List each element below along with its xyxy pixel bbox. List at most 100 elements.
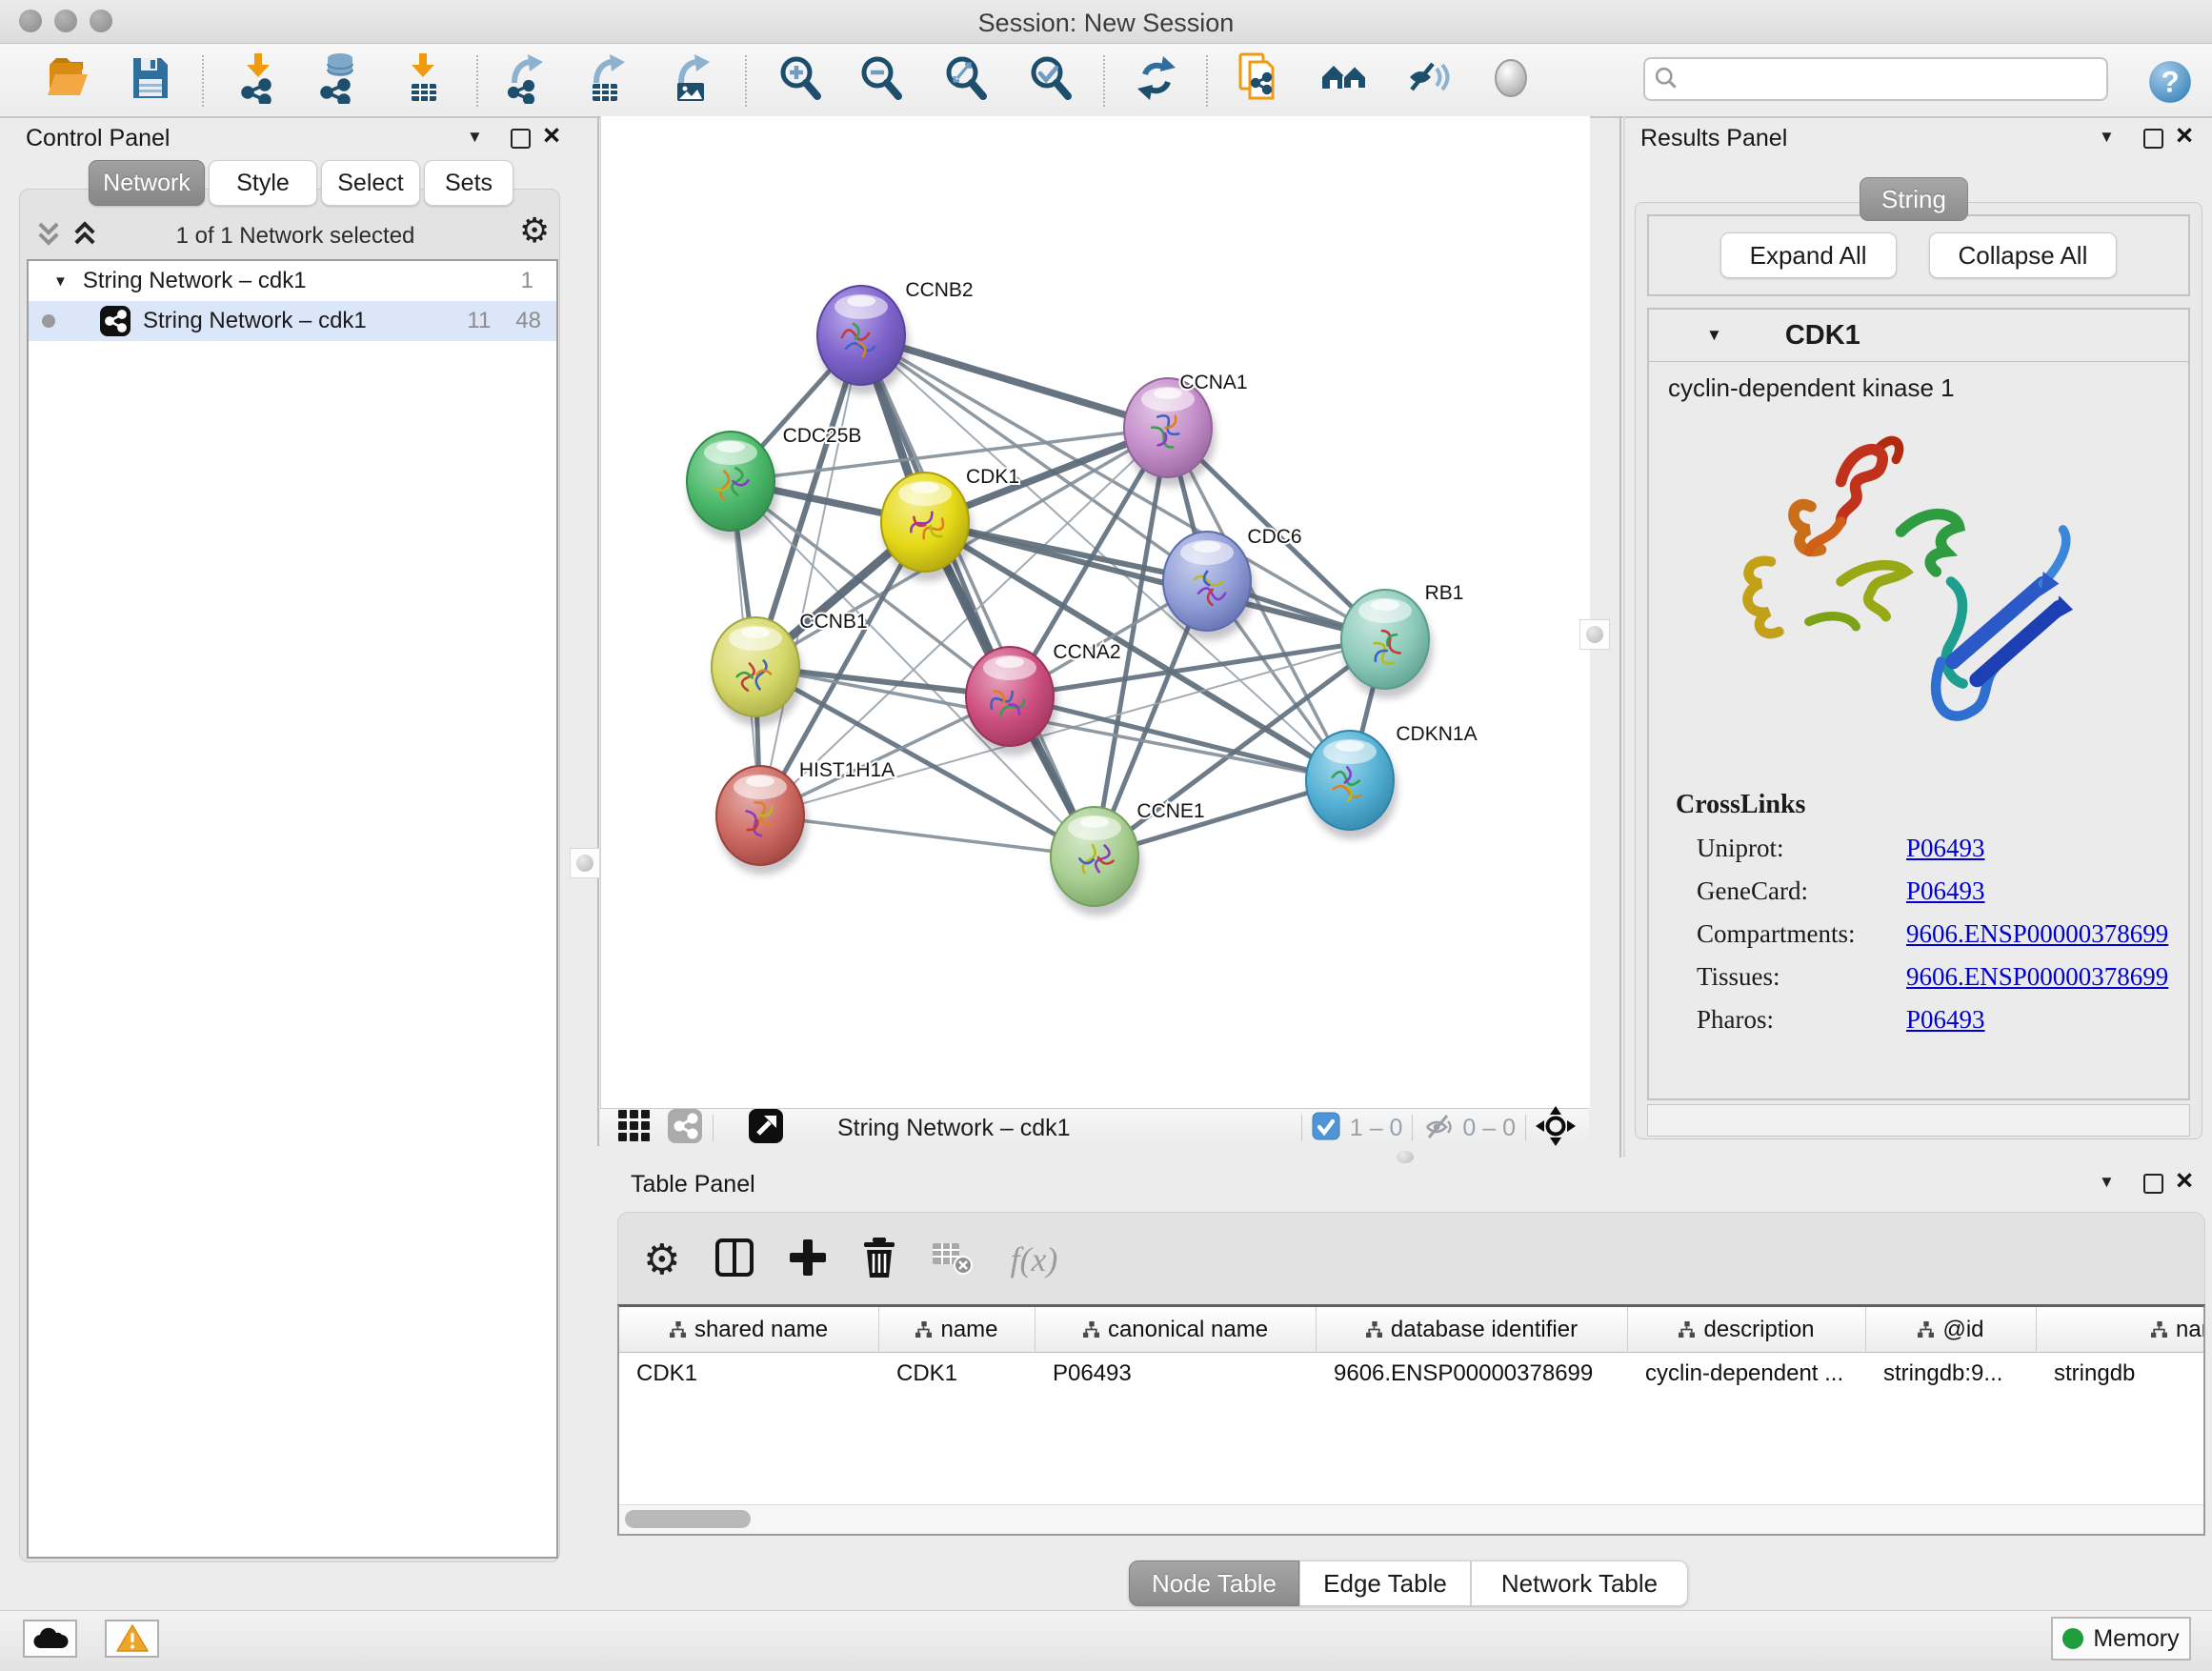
birdseye-toggle-button[interactable] [748,1108,784,1149]
search-field[interactable] [1643,57,2108,101]
delete-table-button[interactable] [932,1239,975,1280]
table-cell[interactable]: 9606.ENSP00000378699 [1317,1353,1628,1395]
memory-button[interactable]: Memory [2051,1617,2191,1661]
table-hscrollbar-track[interactable] [619,1504,2203,1534]
table-cell[interactable]: CDK1 [879,1353,1036,1395]
selected-nodes-checkbox[interactable] [1312,1112,1340,1145]
save-session-button[interactable] [124,48,177,109]
genecard-link[interactable]: P06493 [1906,876,1985,906]
tab-node-table[interactable]: Node Table [1129,1560,1299,1606]
compartments-link[interactable]: 9606.ENSP00000378699 [1906,919,2168,949]
export-table-button[interactable] [580,48,633,109]
network-from-document-button[interactable] [1233,48,1286,109]
zoom-selected-button[interactable] [1024,48,1077,109]
network-edge[interactable] [925,522,1385,639]
help-button[interactable]: ? [2147,59,2193,110]
results-tab-string[interactable]: String [1860,177,1968,221]
collapse-all-button[interactable]: Collapse All [1929,232,2118,278]
hidden-items-indicator[interactable] [1422,1112,1455,1145]
disclosure-triangle-icon[interactable]: ▼ [53,273,68,290]
fit-content-button[interactable] [1536,1106,1576,1151]
network-node-hist1h1a[interactable]: HIST1H1A [716,759,895,875]
warnings-button[interactable] [105,1620,159,1658]
float-table-panel-button[interactable] [2143,1174,2163,1194]
import-table-button[interactable] [396,48,450,109]
disclosure-triangle-icon[interactable]: ▼ [1706,326,1722,345]
network-node-cdc6[interactable]: CDC6 [1163,526,1302,640]
collapse-all-networks-button[interactable] [34,221,63,251]
column-header-description[interactable]: description [1628,1307,1866,1353]
network-edge[interactable] [861,335,1095,856]
network-node-cdc25b[interactable]: CDC25B [687,425,861,540]
right-splitter-handle[interactable] [1579,619,1610,650]
network-node-ccne1[interactable]: CCNE1 [1051,800,1205,916]
column-header-id[interactable]: @id [1866,1307,2037,1353]
network-node-ccnb2[interactable]: CCNB2 [817,279,974,394]
export-image-button[interactable] [665,48,718,109]
table-cell[interactable]: P06493 [1036,1353,1317,1395]
network-options-gear-button[interactable]: ⚙ [519,211,550,251]
table-hscrollbar-thumb[interactable] [625,1510,751,1528]
column-header-database-identifier[interactable]: database identifier [1317,1307,1628,1353]
tissues-link[interactable]: 9606.ENSP00000378699 [1906,962,2168,992]
hide-selected-button[interactable] [1401,48,1455,109]
float-results-panel-button[interactable] [2143,129,2163,149]
table-cell[interactable]: stringdb:9... [1866,1353,2037,1395]
tab-network[interactable]: Network [89,160,205,206]
zoom-out-button[interactable] [855,48,908,109]
collapse-control-panel-button[interactable]: ▼ [467,128,483,147]
expand-all-button[interactable]: Expand All [1720,232,1897,278]
network-row-selected[interactable]: String Network – cdk1 11 48 [29,301,556,341]
network-canvas[interactable]: CCNB2CCNA1CDC25BCDK1CDC6RB1CCNB1CCNA2CDK… [600,116,1590,1108]
expand-all-networks-button[interactable] [70,221,99,251]
left-splitter-handle[interactable] [570,848,600,878]
tab-network-table[interactable]: Network Table [1471,1560,1688,1606]
tab-edge-table[interactable]: Edge Table [1299,1560,1471,1606]
tab-select[interactable]: Select [321,160,420,206]
import-network-file-button[interactable] [231,48,285,109]
close-control-panel-button[interactable]: × [543,126,560,145]
share-view-button[interactable] [667,1108,703,1149]
zoom-in-button[interactable] [774,48,827,109]
column-header-name[interactable]: name [879,1307,1036,1353]
function-builder-button[interactable]: f(x) [1010,1239,1057,1279]
show-selected-button[interactable] [1484,48,1538,109]
gene-header-row[interactable]: ▼ CDK1 [1649,310,2188,362]
pharos-link[interactable]: P06493 [1906,1005,1985,1035]
column-header-canonical-name[interactable]: canonical name [1036,1307,1317,1353]
collapse-table-panel-button[interactable]: ▼ [2099,1173,2115,1192]
table-cell[interactable]: cyclin-dependent ... [1628,1353,1866,1395]
delete-column-button[interactable] [861,1237,897,1283]
grid-view-button[interactable] [617,1109,652,1148]
refresh-button[interactable] [1130,48,1183,109]
home-button[interactable] [1317,48,1371,109]
network-graph[interactable]: CCNB2CCNA1CDC25BCDK1CDC6RB1CCNB1CCNA2CDK… [601,116,1590,1108]
network-node-rb1[interactable]: RB1 [1341,582,1463,698]
close-table-panel-button[interactable]: × [2176,1171,2193,1190]
add-column-button[interactable] [789,1238,827,1281]
table-cell[interactable]: CDK1 [619,1353,879,1395]
close-results-panel-button[interactable]: × [2176,126,2193,145]
collapse-results-panel-button[interactable]: ▼ [2099,128,2115,147]
network-node-ccna2[interactable]: CCNA2 [966,641,1121,755]
open-session-button[interactable] [40,48,93,109]
network-edge[interactable] [760,815,1095,856]
column-header-shared-name[interactable]: shared name [619,1307,879,1353]
tab-sets[interactable]: Sets [424,160,513,206]
left-splitter[interactable] [597,116,599,1146]
import-network-database-button[interactable] [312,48,365,109]
network-edge[interactable] [760,335,861,815]
results-scrollbar-track[interactable] [1647,1104,2190,1137]
tab-style[interactable]: Style [209,160,317,206]
column-header-namespace[interactable]: namespace [2037,1307,2205,1353]
show-columns-button[interactable] [714,1238,754,1281]
network-node-ccna1[interactable]: CCNA1 [1124,372,1248,487]
bottom-splitter-handle[interactable] [1397,1151,1414,1163]
right-splitter[interactable] [1619,116,1621,1158]
cloud-status-button[interactable] [23,1620,77,1658]
float-control-panel-button[interactable] [511,129,531,149]
table-options-gear-button[interactable]: ⚙ [643,1236,680,1284]
export-network-button[interactable] [498,48,552,109]
uniprot-link[interactable]: P06493 [1906,834,1985,863]
network-node-cdkn1a[interactable]: CDKN1A [1306,723,1478,839]
